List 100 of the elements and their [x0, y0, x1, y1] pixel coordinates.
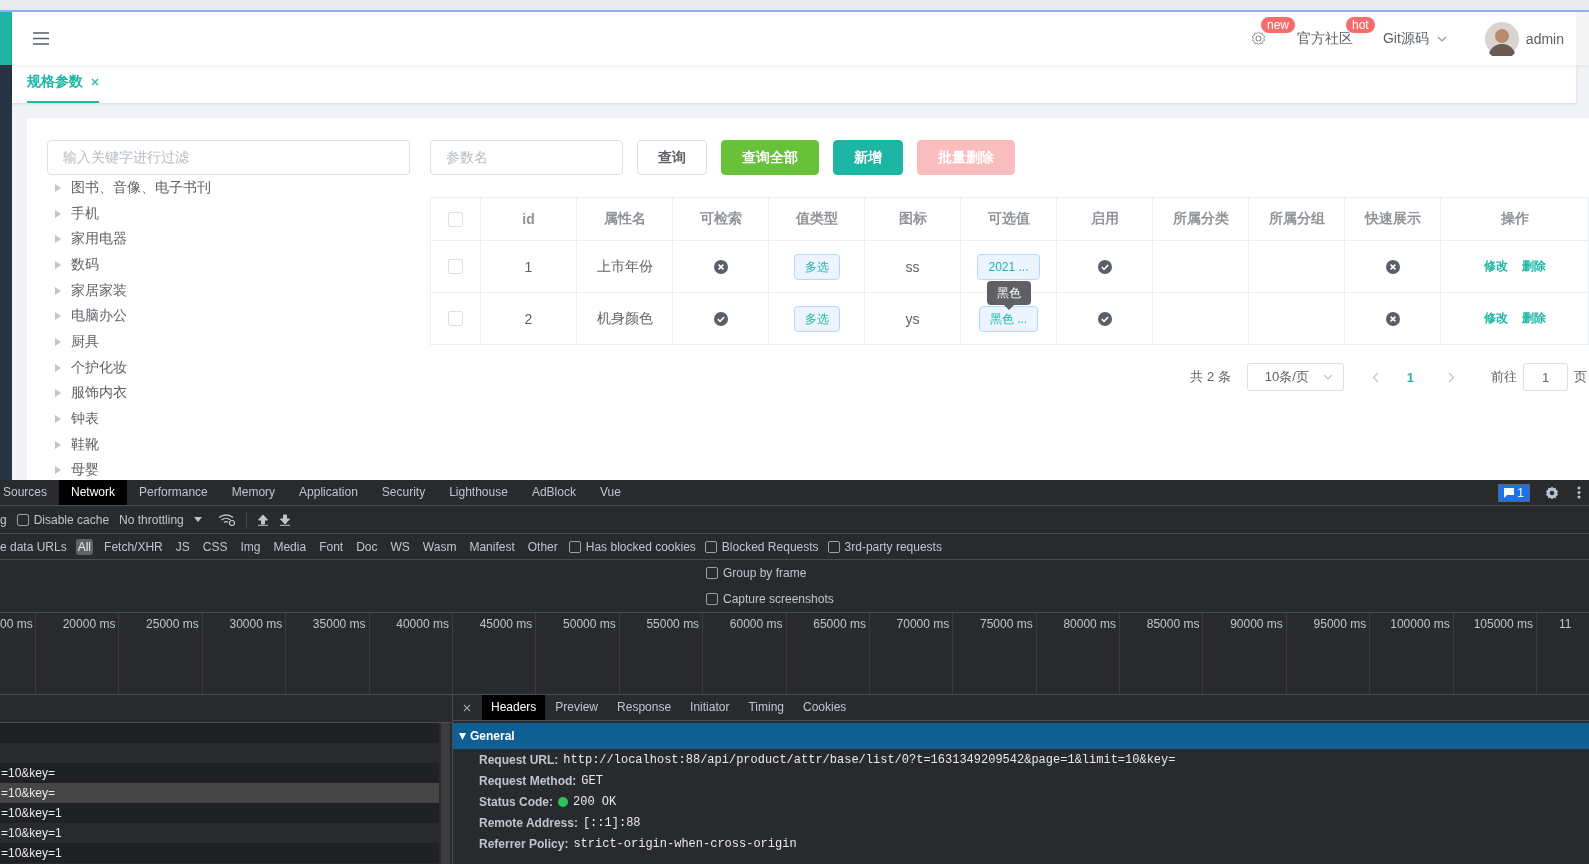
timeline-tick-label: 70000 ms: [896, 617, 950, 631]
section-header[interactable]: General: [453, 723, 1589, 749]
settings-icon[interactable]: [1545, 485, 1559, 500]
close-icon[interactable]: [91, 78, 99, 86]
checkbox[interactable]: [706, 593, 718, 605]
table-cell: ys: [905, 310, 920, 327]
expand-arrow-icon: [459, 732, 466, 740]
goto-page-field[interactable]: 1: [1523, 363, 1568, 391]
category-item[interactable]: 母婴: [71, 461, 99, 480]
request-row[interactable]: =10&key=: [0, 763, 439, 783]
scrollbar[interactable]: [441, 723, 450, 864]
checkbox[interactable]: [706, 567, 718, 579]
timeline-tick-label: 50000 ms: [563, 617, 616, 631]
detail-tab[interactable]: Response: [608, 695, 681, 720]
filter-option-label[interactable]: e data URLs: [0, 539, 67, 554]
resource-type-filter[interactable]: Media: [271, 538, 309, 555]
checkbox-label[interactable]: Capture screenshots: [723, 592, 834, 606]
download-icon[interactable]: [278, 513, 291, 526]
checkbox-label[interactable]: Blocked Requests: [721, 539, 819, 554]
resource-type-filter[interactable]: Manifest: [467, 538, 517, 555]
category-item[interactable]: 家居家装: [71, 281, 127, 300]
wifi-settings-icon[interactable]: [217, 513, 236, 526]
category-item[interactable]: 鞋靴: [71, 435, 99, 454]
request-row[interactable]: =10&key=: [0, 783, 439, 803]
request-row[interactable]: =10&key=1: [0, 803, 439, 823]
checkbox-label[interactable]: Group by frame: [723, 566, 807, 580]
devtools-tab[interactable]: Application: [287, 480, 370, 505]
next-page-icon[interactable]: [1448, 371, 1455, 383]
detail-tab[interactable]: Timing: [739, 695, 793, 720]
toolbar-button[interactable]: 查询: [637, 140, 707, 175]
category-item[interactable]: 服饰内衣: [71, 384, 127, 403]
more-icon[interactable]: [1577, 486, 1581, 499]
expand-arrow-icon[interactable]: [55, 235, 61, 244]
category-item[interactable]: 电脑办公: [71, 307, 127, 326]
expand-arrow-icon[interactable]: [55, 337, 61, 346]
checkbox-label[interactable]: 3rd-party requests: [844, 539, 942, 554]
expand-arrow-icon[interactable]: [55, 363, 61, 372]
message-icon: [1504, 487, 1515, 498]
resource-type-filter[interactable]: All: [75, 538, 94, 555]
resource-type-filter[interactable]: CSS: [200, 538, 230, 555]
messages-badge[interactable]: 1: [1498, 483, 1530, 502]
devtools-tab[interactable]: Sources: [0, 480, 60, 505]
avatar[interactable]: [1484, 21, 1519, 56]
close-icon[interactable]: [463, 703, 471, 712]
menu-icon[interactable]: [33, 32, 49, 45]
checkbox[interactable]: [704, 540, 717, 553]
request-row[interactable]: =10&key=1: [0, 843, 439, 863]
detail-tab[interactable]: Cookies: [794, 695, 856, 720]
throttling-select[interactable]: No throttling: [119, 512, 202, 527]
devtools-tab[interactable]: Network: [59, 480, 128, 505]
resource-type-filter[interactable]: Other: [525, 538, 560, 555]
resource-type-filter[interactable]: JS: [173, 538, 192, 555]
expand-arrow-icon[interactable]: [55, 260, 61, 269]
devtools-tab[interactable]: Memory: [219, 480, 288, 505]
expand-arrow-icon[interactable]: [55, 183, 61, 192]
category-item[interactable]: 厨具: [71, 332, 99, 351]
category-item[interactable]: 图书、音像、电子书刊: [71, 178, 211, 197]
expand-arrow-icon[interactable]: [55, 466, 61, 475]
devtools-tab[interactable]: Performance: [127, 480, 220, 505]
resource-type-filter[interactable]: Img: [238, 538, 263, 555]
category-item[interactable]: 个护化妆: [71, 358, 127, 377]
page-size-select[interactable]: 10条/页: [1246, 363, 1344, 391]
total-count: 共 2 条: [1190, 368, 1231, 386]
detail-tab[interactable]: Headers: [482, 695, 546, 720]
user-name[interactable]: admin: [1525, 30, 1564, 47]
category-item[interactable]: 数码: [71, 255, 99, 274]
devtools-tab[interactable]: Lighthouse: [437, 480, 520, 505]
resource-type-filter[interactable]: Doc: [354, 538, 380, 555]
caret-icon[interactable]: [1436, 35, 1447, 42]
devtools-tab[interactable]: AdBlock: [519, 480, 588, 505]
prev-page-icon[interactable]: [1371, 371, 1379, 383]
timeline-tick-label: 45000 ms: [479, 617, 533, 631]
devtools-tab[interactable]: Vue: [587, 480, 633, 505]
checkbox[interactable]: [16, 513, 29, 526]
expand-arrow-icon[interactable]: [55, 415, 61, 424]
resource-type-filter[interactable]: WS: [388, 538, 412, 555]
category-item[interactable]: 家用电器: [71, 230, 127, 249]
status-dot-icon: [558, 796, 568, 807]
category-item[interactable]: 手机: [71, 204, 99, 223]
request-row[interactable]: =10&key=1: [0, 823, 439, 843]
checkbox[interactable]: [827, 540, 840, 553]
scrollbar[interactable]: [1576, 12, 1589, 65]
git-source-link[interactable]: Git源码: [1382, 29, 1429, 48]
checkbox[interactable]: [568, 540, 581, 553]
detail-tab[interactable]: Initiator: [681, 695, 739, 720]
resource-type-filter[interactable]: Font: [317, 538, 346, 555]
expand-arrow-icon[interactable]: [55, 389, 61, 398]
category-item[interactable]: 钟表: [71, 410, 99, 429]
expand-arrow-icon[interactable]: [55, 209, 61, 218]
expand-arrow-icon[interactable]: [55, 312, 61, 321]
checkbox-label[interactable]: Disable cache: [33, 512, 110, 527]
checkbox-label[interactable]: Has blocked cookies: [585, 539, 696, 554]
resource-type-filter[interactable]: Wasm: [420, 538, 459, 555]
upload-icon[interactable]: [256, 513, 269, 526]
expand-arrow-icon[interactable]: [55, 286, 61, 295]
expand-arrow-icon[interactable]: [55, 440, 61, 449]
resource-type-filter[interactable]: Fetch/XHR: [102, 538, 165, 555]
preserve-log-label[interactable]: g: [0, 512, 7, 527]
detail-tab[interactable]: Preview: [546, 695, 608, 720]
devtools-tab[interactable]: Security: [369, 480, 438, 505]
